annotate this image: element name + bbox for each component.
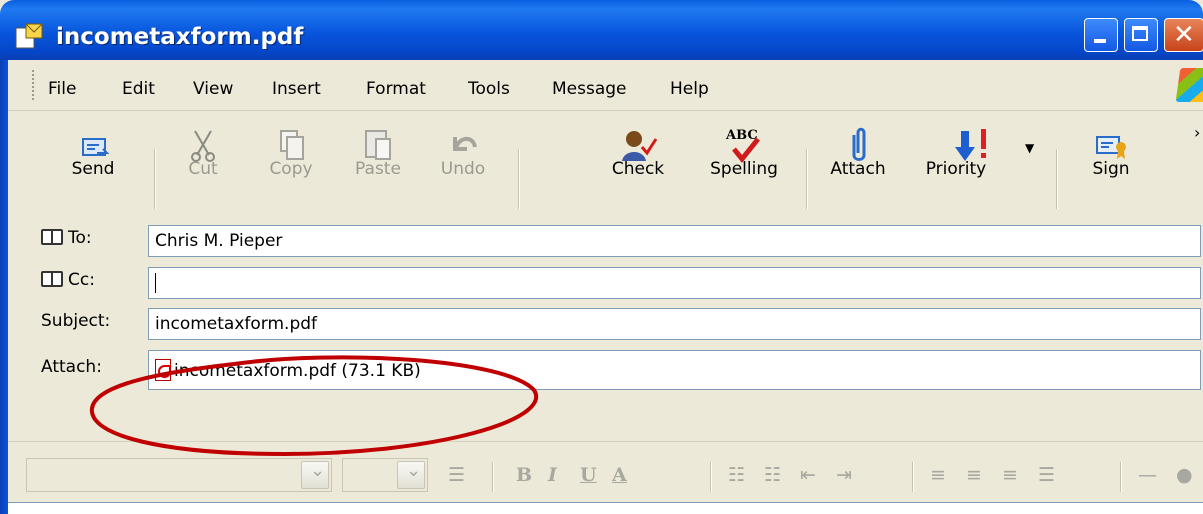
copy-label: Copy <box>269 159 313 179</box>
font-color-button[interactable]: A <box>612 464 627 486</box>
menu-tools[interactable]: Tools <box>468 79 510 99</box>
priority-dropdown-icon[interactable]: ▼ <box>1025 141 1034 155</box>
menu-insert[interactable]: Insert <box>272 79 321 99</box>
message-body[interactable] <box>8 502 1203 514</box>
cc-label-group[interactable]: Cc: <box>41 270 95 290</box>
attach-label: Attach <box>830 159 886 179</box>
underline-button[interactable]: U <box>580 464 597 486</box>
window-border <box>0 60 8 514</box>
close-button[interactable] <box>1164 18 1203 52</box>
menu-file[interactable]: File <box>48 79 76 99</box>
numbered-list-icon[interactable]: ☷ <box>728 464 745 486</box>
check-names-button[interactable]: Check <box>598 111 678 211</box>
format-separator <box>1120 462 1122 492</box>
increase-indent-icon[interactable]: ⇥ <box>836 464 852 486</box>
horizontal-line-icon[interactable]: — <box>1138 464 1157 486</box>
toolbar-separator <box>806 149 808 209</box>
undo-label: Undo <box>440 159 486 179</box>
copy-button[interactable]: Copy <box>256 111 326 211</box>
menu-grip[interactable] <box>32 70 37 100</box>
to-label-group[interactable]: To: <box>41 228 92 248</box>
toolbar: › Send Cut Copy Paste Undo Check ABC Spe… <box>8 111 1203 211</box>
spelling-label: Spelling <box>710 159 778 179</box>
paragraph-style-icon[interactable]: ☰ <box>448 464 465 486</box>
format-separator <box>912 462 914 492</box>
menu-view[interactable]: View <box>193 79 233 99</box>
menu-help[interactable]: Help <box>670 79 709 99</box>
to-label: To: <box>68 228 92 248</box>
attach-button[interactable]: Attach <box>818 111 898 211</box>
annotation-ellipse <box>89 355 539 457</box>
format-separator <box>710 462 712 492</box>
windows-logo-icon <box>1175 68 1203 102</box>
sign-button[interactable]: Sign <box>1076 111 1146 211</box>
bold-button[interactable]: B <box>516 464 532 486</box>
paste-button[interactable]: Paste <box>343 111 413 211</box>
menu-message[interactable]: Message <box>552 79 627 99</box>
decrease-indent-icon[interactable]: ⇤ <box>800 464 816 486</box>
subject-label: Subject: <box>41 311 111 331</box>
cc-field[interactable] <box>148 267 1201 299</box>
check-label: Check <box>611 159 665 179</box>
svg-text:ABC: ABC <box>725 128 758 143</box>
toolbar-separator <box>518 149 520 209</box>
undo-button[interactable]: Undo <box>428 111 498 211</box>
cut-label: Cut <box>188 159 218 179</box>
send-button[interactable]: Send <box>58 111 128 211</box>
priority-label: Priority <box>925 159 987 179</box>
mail-document-icon <box>15 23 43 49</box>
address-book-icon <box>41 271 63 287</box>
text-caret <box>155 273 156 293</box>
justify-icon[interactable]: ☰ <box>1038 464 1055 486</box>
sign-label: Sign <box>1092 159 1130 179</box>
chevron-down-icon[interactable] <box>397 460 425 489</box>
cut-button[interactable]: Cut <box>173 111 233 211</box>
subject-field[interactable]: incometaxform.pdf <box>148 308 1201 340</box>
menu-edit[interactable]: Edit <box>122 79 155 99</box>
chevron-down-icon[interactable] <box>301 460 329 489</box>
align-right-icon[interactable]: ≡ <box>1002 464 1018 486</box>
toolbar-separator <box>1056 149 1058 209</box>
align-center-icon[interactable]: ≡ <box>966 464 982 486</box>
cc-label: Cc: <box>68 270 95 290</box>
priority-button[interactable]: Priority ▼ <box>913 111 1034 211</box>
italic-button[interactable]: I <box>548 464 557 486</box>
font-size-dropdown[interactable] <box>342 458 428 492</box>
title-bar[interactable]: incometaxform.pdf <box>0 0 1203 60</box>
format-separator <box>492 462 494 492</box>
align-left-icon[interactable]: ≡ <box>930 464 946 486</box>
window-title: incometaxform.pdf <box>56 24 304 50</box>
font-dropdown[interactable] <box>26 458 332 492</box>
toolbar-overflow-icon[interactable]: › <box>1194 123 1200 142</box>
to-field[interactable]: Chris M. Pieper <box>148 225 1201 257</box>
bullet-list-icon[interactable]: ☷ <box>764 464 781 486</box>
send-label: Send <box>71 159 115 179</box>
minimize-button[interactable] <box>1084 18 1118 52</box>
insert-picture-icon[interactable]: ● <box>1176 464 1193 486</box>
menu-format[interactable]: Format <box>366 79 426 99</box>
address-book-icon <box>41 229 63 245</box>
compose-window: incometaxform.pdf File Edit View Insert … <box>0 0 1203 514</box>
maximize-button[interactable] <box>1124 18 1158 52</box>
paste-label: Paste <box>355 159 401 179</box>
menu-bar: File Edit View Insert Format Tools Messa… <box>8 60 1203 111</box>
spelling-button[interactable]: ABC Spelling <box>696 111 792 211</box>
toolbar-separator <box>154 149 156 209</box>
